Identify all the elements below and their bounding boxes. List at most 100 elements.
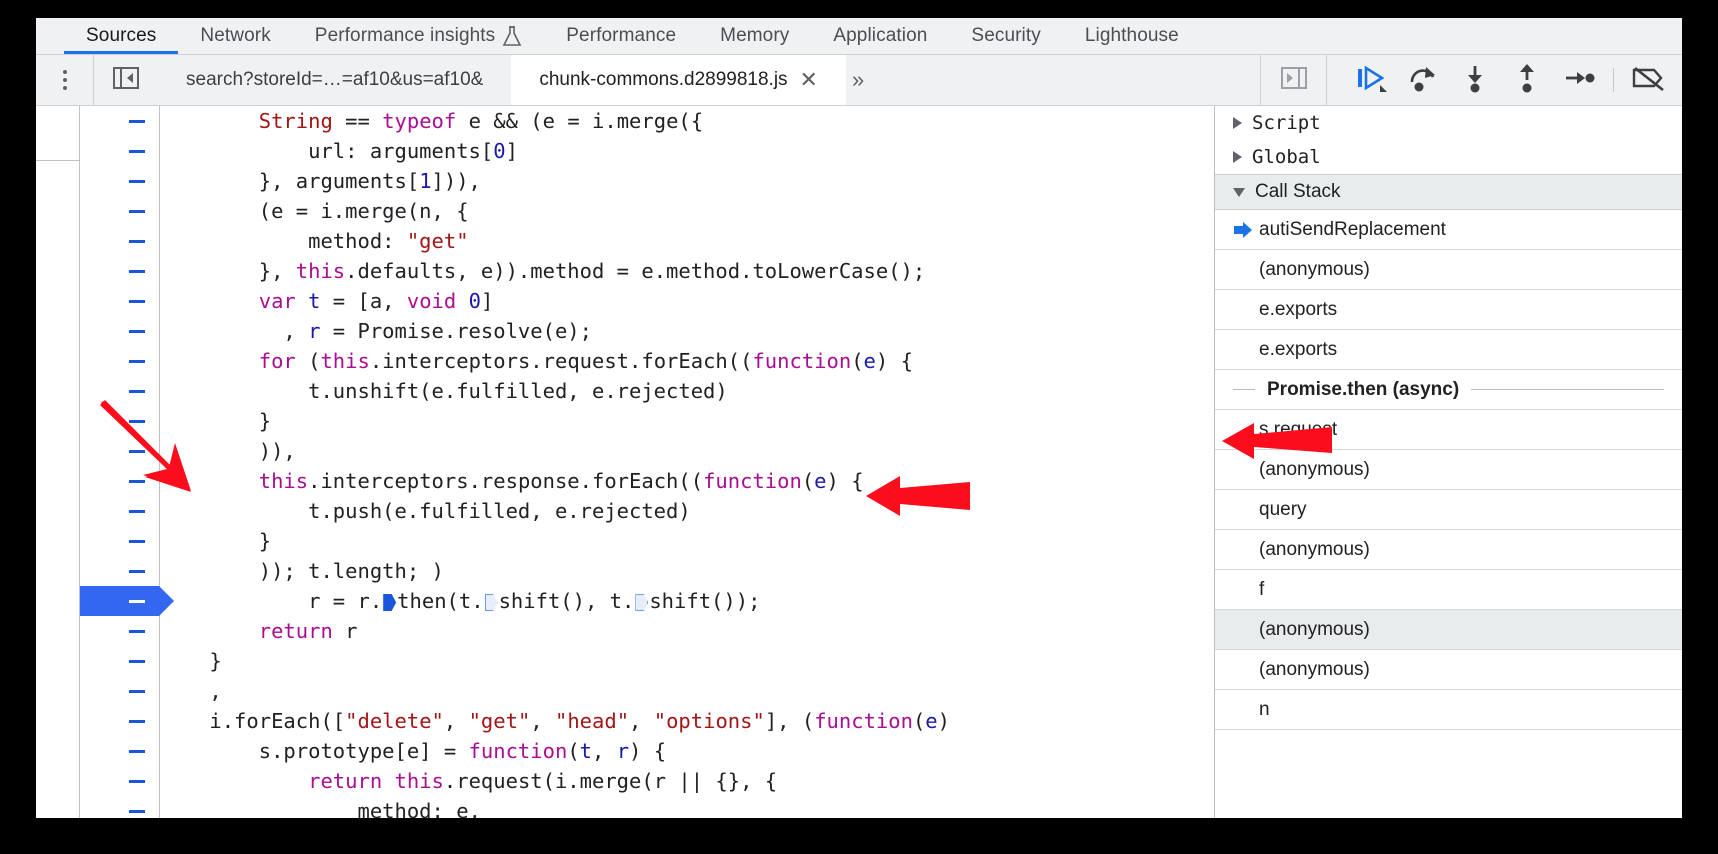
gutter-line[interactable]	[80, 706, 159, 736]
tab-network[interactable]: Network	[178, 18, 292, 54]
gutter-line[interactable]	[80, 616, 159, 646]
call-stack-frame[interactable]: (anonymous)	[1215, 530, 1682, 570]
gutter-line[interactable]	[80, 796, 159, 818]
code-token: r = r.	[160, 589, 383, 613]
tab-security[interactable]: Security	[949, 18, 1062, 54]
call-stack-frame[interactable]: (anonymous)	[1215, 250, 1682, 290]
current-frame-arrow-icon	[1233, 221, 1259, 239]
gutter-line[interactable]	[80, 646, 159, 676]
code-line: String == typeof e && (e = i.merge({	[160, 106, 1214, 136]
step-button[interactable]	[1553, 55, 1605, 105]
step-out-button[interactable]	[1501, 55, 1553, 105]
navigator-strip	[36, 106, 80, 818]
code-token: (	[912, 709, 926, 733]
tab-memory[interactable]: Memory	[698, 18, 811, 54]
gutter-line[interactable]	[80, 106, 159, 136]
gutter-line[interactable]	[80, 346, 159, 376]
gutter-line[interactable]	[80, 256, 159, 286]
step-into-target-icon[interactable]	[635, 594, 649, 611]
code-line: t.unshift(e.fulfilled, e.rejected)	[160, 376, 1214, 406]
show-debugger-sidebar-button[interactable]	[1260, 55, 1326, 105]
code-editor[interactable]: String == typeof e && (e = i.merge({ url…	[80, 106, 1214, 818]
resume-script-execution-button[interactable]	[1345, 55, 1397, 105]
gutter-line[interactable]	[80, 196, 159, 226]
gutter-line[interactable]	[80, 736, 159, 766]
line-number-dash	[129, 779, 145, 783]
call-stack-frame[interactable]: query	[1215, 490, 1682, 530]
tab-label: Lighthouse	[1084, 25, 1179, 46]
line-number-dash	[129, 509, 145, 513]
navigator-strip-top	[36, 106, 79, 161]
code-token: t	[579, 739, 592, 763]
gutter-line[interactable]	[80, 556, 159, 586]
chevron-right-icon[interactable]	[1233, 117, 1242, 129]
code-line: }	[160, 526, 1214, 556]
tab-sources[interactable]: Sources	[64, 18, 179, 54]
show-navigator-button[interactable]	[94, 55, 158, 105]
chevron-right-icon[interactable]	[1233, 151, 1242, 163]
call-stack-frame[interactable]: e.exports	[1215, 290, 1682, 330]
code-token: this	[320, 349, 370, 373]
call-stack-frame[interactable]: f	[1215, 570, 1682, 610]
code-token: "get"	[406, 229, 469, 253]
devtools-main-tabbar: Sources Network Performance insights Per…	[36, 18, 1682, 55]
code-line: i.forEach(["delete", "get", "head", "opt…	[160, 706, 1214, 736]
line-number-dash	[129, 719, 145, 723]
call-stack-frame[interactable]: n	[1215, 690, 1682, 730]
tab-performance-insights[interactable]: Performance insights	[293, 18, 544, 54]
tab-lighthouse[interactable]: Lighthouse	[1063, 18, 1201, 54]
gutter-line[interactable]	[80, 286, 159, 316]
editor-gutter[interactable]	[80, 106, 174, 818]
gutter-line[interactable]	[80, 496, 159, 526]
chevron-double-right-icon[interactable]: »	[846, 69, 870, 91]
file-tab-search[interactable]: search?storeId=…=af10&us=af10&	[158, 55, 511, 105]
close-icon[interactable]: ✕	[800, 69, 818, 91]
file-tab-label: search?storeId=…=af10&us=af10&	[186, 69, 484, 90]
code-token: function	[468, 739, 568, 763]
code-token: }	[160, 649, 222, 673]
gutter-line[interactable]	[80, 166, 159, 196]
more-options-button[interactable]	[36, 55, 94, 105]
call-stack-frame[interactable]: e.exports	[1215, 330, 1682, 370]
code-token: method: e,	[160, 799, 481, 818]
gutter-line[interactable]	[80, 466, 159, 496]
gutter-line[interactable]	[80, 436, 159, 466]
call-stack-frame[interactable]: (anonymous)	[1215, 610, 1682, 650]
toolbar-divider	[1613, 68, 1614, 92]
call-stack-frame[interactable]: (anonymous)	[1215, 650, 1682, 690]
gutter-line[interactable]	[80, 136, 159, 166]
gutter-line[interactable]	[80, 406, 159, 436]
call-stack-frame[interactable]: (anonymous)	[1215, 450, 1682, 490]
line-number-dash	[129, 599, 145, 603]
tab-application[interactable]: Application	[811, 18, 949, 54]
gutter-line[interactable]	[80, 766, 159, 796]
step-over-button[interactable]	[1397, 55, 1449, 105]
step-into-target-active-icon[interactable]	[383, 594, 397, 611]
file-tab-chunk-commons[interactable]: chunk-commons.d2899818.js ✕	[511, 55, 846, 105]
call-stack-section-header[interactable]: Call Stack	[1215, 174, 1682, 210]
gutter-line[interactable]	[80, 316, 159, 346]
gutter-line-current[interactable]	[80, 586, 174, 616]
step-into-target-icon[interactable]	[484, 594, 498, 611]
gutter-line[interactable]	[80, 676, 159, 706]
call-stack-frame[interactable]: autiSendReplacement	[1215, 210, 1682, 250]
code-token: )	[937, 709, 950, 733]
step-into-button[interactable]	[1449, 55, 1501, 105]
gutter-line[interactable]	[80, 526, 159, 556]
gutter-line[interactable]	[80, 226, 159, 256]
call-stack-frame[interactable]: s.request	[1215, 410, 1682, 450]
scope-row-global[interactable]: Global	[1215, 140, 1682, 174]
deactivate-breakpoints-button[interactable]	[1622, 55, 1674, 105]
code-token: ,	[592, 739, 617, 763]
gutter-line[interactable]	[80, 376, 159, 406]
call-stack-frame-label: f	[1259, 578, 1265, 600]
scope-row-script[interactable]: Script	[1215, 106, 1682, 140]
line-number-dash	[129, 659, 145, 663]
step-over-icon	[1406, 63, 1440, 98]
editor-code-area[interactable]: String == typeof e && (e = i.merge({ url…	[160, 106, 1214, 818]
line-number-dash	[129, 239, 145, 243]
tab-label: Performance insights	[314, 25, 496, 46]
tab-performance[interactable]: Performance	[544, 18, 698, 54]
